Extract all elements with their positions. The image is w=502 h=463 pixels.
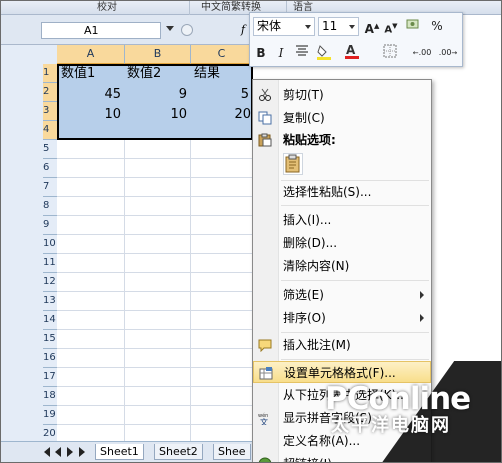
excel-window: 校对 中文简繁转换 语言 A1 f A B C 1 2 3 4 5 6 7 8 … — [0, 0, 502, 463]
menu-item-insert-comment[interactable]: 插入批注(M) — [253, 334, 431, 356]
name-box-dropdown-icon[interactable] — [166, 26, 174, 31]
menu-item-insert[interactable]: 插入(I)... — [253, 209, 431, 231]
chevron-down-icon — [349, 25, 355, 29]
row-header[interactable]: 19 — [43, 406, 57, 425]
cell-b1[interactable]: 数值2 — [127, 64, 189, 83]
submenu-arrow-icon — [420, 291, 424, 299]
paste-icon — [285, 154, 300, 173]
row-header[interactable]: 2 — [43, 83, 57, 102]
menu-item-sort[interactable]: 排序(O) — [253, 307, 431, 329]
cell-c3[interactable]: 20 — [191, 105, 251, 124]
menu-item-clear-contents[interactable]: 清除内容(N) — [253, 255, 431, 277]
cell-b2[interactable]: 9 — [125, 85, 187, 104]
cell-c2[interactable]: 5 — [191, 85, 249, 104]
row-header[interactable]: 8 — [43, 197, 57, 216]
currency-icon — [406, 19, 419, 29]
format-cells-icon — [259, 367, 273, 380]
formula-row: A1 f — [1, 15, 251, 45]
row-header[interactable]: 15 — [43, 330, 57, 349]
last-sheet-icon[interactable] — [79, 447, 85, 457]
column-header-b[interactable]: B — [125, 45, 191, 64]
bold-button[interactable]: B — [254, 44, 268, 62]
row-header[interactable]: 5 — [43, 140, 57, 159]
font-size-select[interactable]: 11 — [318, 17, 359, 36]
menu-item-paste-options: 粘贴选项: — [253, 129, 431, 151]
scissors-icon — [259, 88, 271, 101]
font-name-select[interactable]: 宋体 — [253, 17, 315, 36]
insert-function-button[interactable]: f — [241, 23, 245, 36]
decrease-decimal-button[interactable]: .00→ — [436, 44, 460, 62]
column-header-a[interactable]: A — [57, 45, 125, 64]
row-header[interactable]: 10 — [43, 235, 57, 254]
submenu-arrow-icon — [420, 314, 424, 322]
phonetic-icon: wén文 — [258, 412, 268, 425]
column-header-c[interactable]: C — [191, 45, 253, 64]
italic-button[interactable]: I — [274, 44, 288, 62]
row-header[interactable]: 4 — [43, 121, 57, 140]
align-center-button[interactable] — [294, 44, 310, 62]
comment-icon — [258, 339, 272, 352]
chevron-down-icon — [305, 25, 311, 29]
menu-item-copy[interactable]: 复制(C) — [253, 107, 431, 129]
watermark-brand-cn: 太平洋电脑网 — [331, 415, 451, 436]
row-header[interactable]: 14 — [43, 311, 57, 330]
prev-sheet-icon[interactable] — [55, 447, 61, 457]
name-box[interactable]: A1 — [41, 22, 161, 39]
cell-b3[interactable]: 10 — [125, 105, 187, 124]
svg-text:文: 文 — [260, 417, 268, 425]
borders-button[interactable] — [381, 44, 399, 62]
grow-font-button[interactable]: A▲ — [364, 17, 380, 36]
menu-item-delete[interactable]: 删除(D)... — [253, 232, 431, 254]
align-center-icon — [296, 45, 308, 56]
row-header[interactable]: 6 — [43, 159, 57, 178]
hyperlink-icon — [258, 457, 272, 462]
clipboard-icon — [258, 133, 272, 147]
row-header[interactable]: 11 — [43, 254, 57, 273]
cell-a3[interactable]: 10 — [59, 105, 121, 124]
row-header[interactable]: 1 — [43, 64, 57, 83]
row-header[interactable]: 9 — [43, 216, 57, 235]
mini-toolbar: 宋体 11 A▲ A▼ % B I A ←.00 .00→ — [249, 12, 463, 67]
sheet-tab-2[interactable]: Sheet2 — [154, 444, 203, 460]
font-name-value: 宋体 — [257, 19, 282, 33]
ribbon-group-review: 校对 — [97, 2, 117, 13]
row-header[interactable]: 12 — [43, 273, 57, 292]
row-header[interactable]: 16 — [43, 349, 57, 368]
sheet-tab-bar: Sheet1 Sheet2 Shee — [1, 441, 253, 462]
menu-item-cut[interactable]: 剪切(T) — [253, 84, 431, 106]
percent-button[interactable]: % — [430, 17, 444, 35]
cell-a1[interactable]: 数值1 — [61, 64, 123, 83]
menu-item-paste-special[interactable]: 选择性粘贴(S)... — [253, 181, 431, 203]
sheet-tab-3[interactable]: Shee — [213, 444, 251, 460]
paste-button[interactable] — [283, 153, 303, 175]
copy-icon — [258, 111, 272, 125]
first-sheet-icon[interactable] — [44, 447, 50, 457]
row-header[interactable]: 18 — [43, 387, 57, 406]
formula-expand-icon[interactable] — [181, 24, 193, 36]
shrink-font-button[interactable]: A▼ — [383, 17, 399, 35]
fill-color-button[interactable] — [314, 43, 336, 61]
row-header[interactable]: 17 — [43, 368, 57, 387]
menu-item-format-cells[interactable]: 设置单元格格式(F)... — [253, 361, 431, 383]
cell-a2[interactable]: 45 — [59, 85, 121, 104]
row-header[interactable]: 13 — [43, 292, 57, 311]
font-color-button[interactable]: A — [343, 43, 365, 61]
currency-button[interactable] — [403, 17, 425, 35]
row-header[interactable]: 7 — [43, 178, 57, 197]
row-header[interactable]: 3 — [43, 102, 57, 121]
cell-c1[interactable]: 结果 — [194, 64, 250, 83]
fill-bucket-icon — [317, 45, 331, 60]
menu-item-filter[interactable]: 筛选(E) — [253, 284, 431, 306]
font-size-value: 11 — [322, 19, 338, 33]
borders-icon — [383, 44, 397, 58]
next-sheet-icon[interactable] — [67, 447, 73, 457]
sheet-tab-1[interactable]: Sheet1 — [95, 444, 144, 460]
increase-decimal-button[interactable]: ←.00 — [411, 44, 433, 62]
